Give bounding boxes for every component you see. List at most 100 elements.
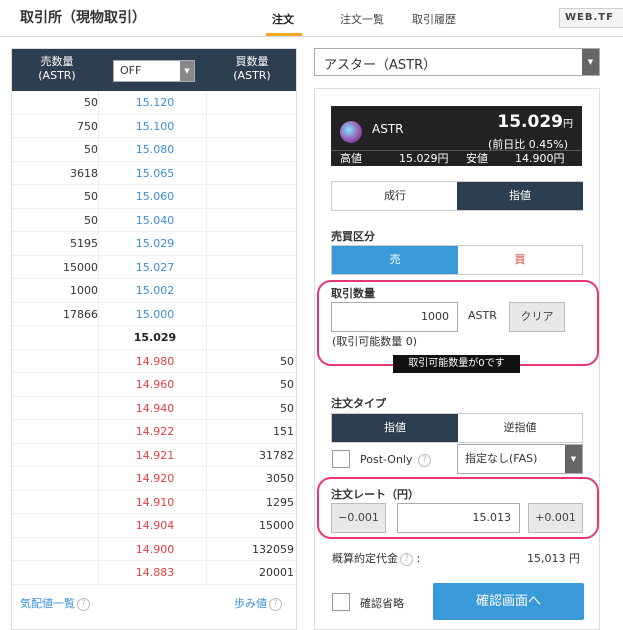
price-cell[interactable]: 15.100 bbox=[104, 115, 206, 138]
depth-list-label: 気配値一覧 bbox=[20, 597, 75, 610]
buy-qty-cell: 1295 bbox=[266, 495, 294, 509]
pair-select[interactable]: アスター（ASTR） ▼ bbox=[314, 48, 600, 76]
ask-row[interactable]: 50 15.060 bbox=[12, 185, 296, 209]
high-label: 高値 bbox=[340, 152, 362, 165]
price-cell[interactable]: 15.029 bbox=[104, 326, 206, 349]
price-cell[interactable]: 15.002 bbox=[104, 279, 206, 302]
time-in-force-select[interactable]: 指定なし(FAS) ▼ bbox=[457, 444, 583, 474]
ask-row[interactable]: 1000 15.002 bbox=[12, 279, 296, 303]
tab-limit[interactable]: 指値 bbox=[457, 182, 583, 210]
buy-qty-cell: 20001 bbox=[259, 566, 294, 579]
trade-history-label: 歩み値 bbox=[234, 597, 267, 610]
ask-row[interactable]: 5195 15.029 bbox=[12, 232, 296, 256]
ask-row[interactable]: 15000 15.027 bbox=[12, 256, 296, 279]
price-cell[interactable]: 14.980 bbox=[104, 350, 206, 373]
side-toggle: 売 買 bbox=[331, 245, 583, 275]
help-icon[interactable]: ? bbox=[269, 597, 282, 611]
price-cell[interactable]: 14.940 bbox=[104, 397, 206, 420]
buy-button[interactable]: 買 bbox=[457, 246, 583, 274]
buy-qty-cell: 50 bbox=[280, 354, 294, 368]
column-divider bbox=[98, 91, 99, 587]
quantity-input[interactable]: 1000 bbox=[331, 302, 458, 332]
estimate-label: 概算約定代金? : bbox=[332, 552, 421, 566]
column-divider bbox=[206, 91, 207, 587]
ask-row[interactable]: 17866 15.000 bbox=[12, 303, 296, 326]
rate-input[interactable]: 15.013 bbox=[397, 503, 520, 533]
skip-confirm-checkbox[interactable] bbox=[332, 593, 350, 611]
order-book-header: 売数量 (ASTR) OFF ▼ 買数量 (ASTR) bbox=[12, 49, 296, 91]
tab-market[interactable]: 成行 bbox=[332, 182, 458, 210]
buy-qty-cell: 31782 bbox=[259, 448, 294, 462]
tab-limit-order[interactable]: 指値 bbox=[332, 414, 458, 442]
ticker-price: 15.029円 bbox=[497, 112, 573, 132]
ask-row[interactable]: 3618 15.065 bbox=[12, 162, 296, 185]
last-price-row[interactable]: 15.029 bbox=[12, 326, 296, 350]
price-cell[interactable]: 14.921 bbox=[104, 444, 206, 467]
price-cell[interactable]: 14.960 bbox=[104, 373, 206, 396]
price-cell[interactable]: 14.922 bbox=[104, 420, 206, 443]
bid-row[interactable]: 14.960 50 bbox=[12, 373, 296, 397]
bid-row[interactable]: 14.910 1295 bbox=[12, 491, 296, 514]
bid-row[interactable]: 14.980 50 bbox=[12, 350, 296, 373]
clear-button[interactable]: クリア bbox=[509, 302, 565, 332]
price-cell[interactable]: 14.900 bbox=[104, 538, 206, 561]
grouping-select[interactable]: OFF ▼ bbox=[113, 60, 195, 82]
ticker-symbol: ASTR bbox=[372, 122, 404, 136]
order-book-footer: 気配値一覧? 歩み値? bbox=[12, 587, 296, 629]
order-book-rows: 50 15.120 750 15.100 50 15.080 3618 15.065 50 15.… bbox=[12, 91, 296, 585]
ticker-high-low: 高値 15.029円 安値 14.900円 bbox=[331, 150, 582, 166]
tab-order[interactable]: 注文 bbox=[272, 11, 294, 27]
tab-stop-order[interactable]: 逆指値 bbox=[457, 414, 583, 442]
sell-qty-cell: 15000 bbox=[63, 260, 98, 274]
bid-row[interactable]: 14.940 50 bbox=[12, 397, 296, 420]
ask-row[interactable]: 750 15.100 bbox=[12, 115, 296, 138]
trade-history-link[interactable]: 歩み値? bbox=[234, 595, 282, 611]
order-kind-label: 注文タイプ bbox=[331, 397, 386, 410]
price-cell[interactable]: 14.883 bbox=[104, 561, 206, 584]
price-cell[interactable]: 15.120 bbox=[104, 91, 206, 114]
page-title: 取引所（現物取引） bbox=[20, 10, 146, 26]
buy-qty-cell: 151 bbox=[273, 425, 294, 438]
rate-increment-button[interactable]: +0.001 bbox=[528, 503, 583, 533]
price-cell[interactable]: 15.060 bbox=[104, 185, 206, 208]
confirm-button[interactable]: 確認画面へ bbox=[433, 583, 584, 620]
side-label: 売買区分 bbox=[331, 230, 375, 243]
price-cell[interactable]: 15.080 bbox=[104, 138, 206, 161]
tab-order-list[interactable]: 注文一覧 bbox=[340, 11, 384, 27]
ask-row[interactable]: 50 15.040 bbox=[12, 209, 296, 232]
price-cell[interactable]: 15.029 bbox=[104, 232, 206, 255]
price-cell[interactable]: 15.027 bbox=[104, 256, 206, 279]
ask-row[interactable]: 50 15.120 bbox=[12, 91, 296, 115]
grouping-select-value: OFF bbox=[120, 64, 142, 77]
price-cell[interactable]: 15.040 bbox=[104, 209, 206, 232]
price-cell[interactable]: 14.904 bbox=[104, 514, 206, 537]
sell-qty-cell: 750 bbox=[77, 119, 98, 133]
chevron-down-icon: ▼ bbox=[180, 61, 194, 81]
post-only-checkbox[interactable] bbox=[332, 450, 350, 468]
price-cell[interactable]: 15.065 bbox=[104, 162, 206, 185]
price-cell[interactable]: 14.920 bbox=[104, 467, 206, 490]
tab-trade-history[interactable]: 取引履歴 bbox=[412, 11, 456, 27]
bid-row[interactable]: 14.900 132059 bbox=[12, 538, 296, 561]
bid-row[interactable]: 14.883 20001 bbox=[12, 561, 296, 585]
help-icon[interactable]: ? bbox=[400, 552, 413, 566]
order-book: 売数量 (ASTR) OFF ▼ 買数量 (ASTR) 50 15.120 750 1… bbox=[11, 48, 297, 630]
bid-row[interactable]: 14.921 31782 bbox=[12, 444, 296, 467]
rate-decrement-button[interactable]: −0.001 bbox=[331, 503, 386, 533]
order-kind-toggle: 指値 逆指値 bbox=[331, 413, 583, 443]
bid-row[interactable]: 14.904 15000 bbox=[12, 514, 296, 538]
sell-button[interactable]: 売 bbox=[332, 246, 458, 274]
depth-list-link[interactable]: 気配値一覧? bbox=[20, 595, 90, 611]
chevron-down-icon: ▼ bbox=[582, 49, 599, 75]
help-icon[interactable]: ? bbox=[77, 597, 90, 611]
low-label: 安値 bbox=[466, 152, 488, 165]
price-cell[interactable]: 14.910 bbox=[104, 491, 206, 514]
price-cell[interactable]: 15.000 bbox=[104, 303, 206, 326]
ask-row[interactable]: 50 15.080 bbox=[12, 138, 296, 162]
bid-row[interactable]: 14.922 151 bbox=[12, 420, 296, 444]
help-icon[interactable]: ? bbox=[418, 453, 431, 467]
bid-row[interactable]: 14.920 3050 bbox=[12, 467, 296, 491]
sell-qty-cell: 50 bbox=[84, 96, 98, 109]
header-divider bbox=[0, 36, 623, 37]
ticker: ASTR 15.029円 (前日比 0.45%) 高値 15.029円 安値 1… bbox=[331, 106, 582, 166]
